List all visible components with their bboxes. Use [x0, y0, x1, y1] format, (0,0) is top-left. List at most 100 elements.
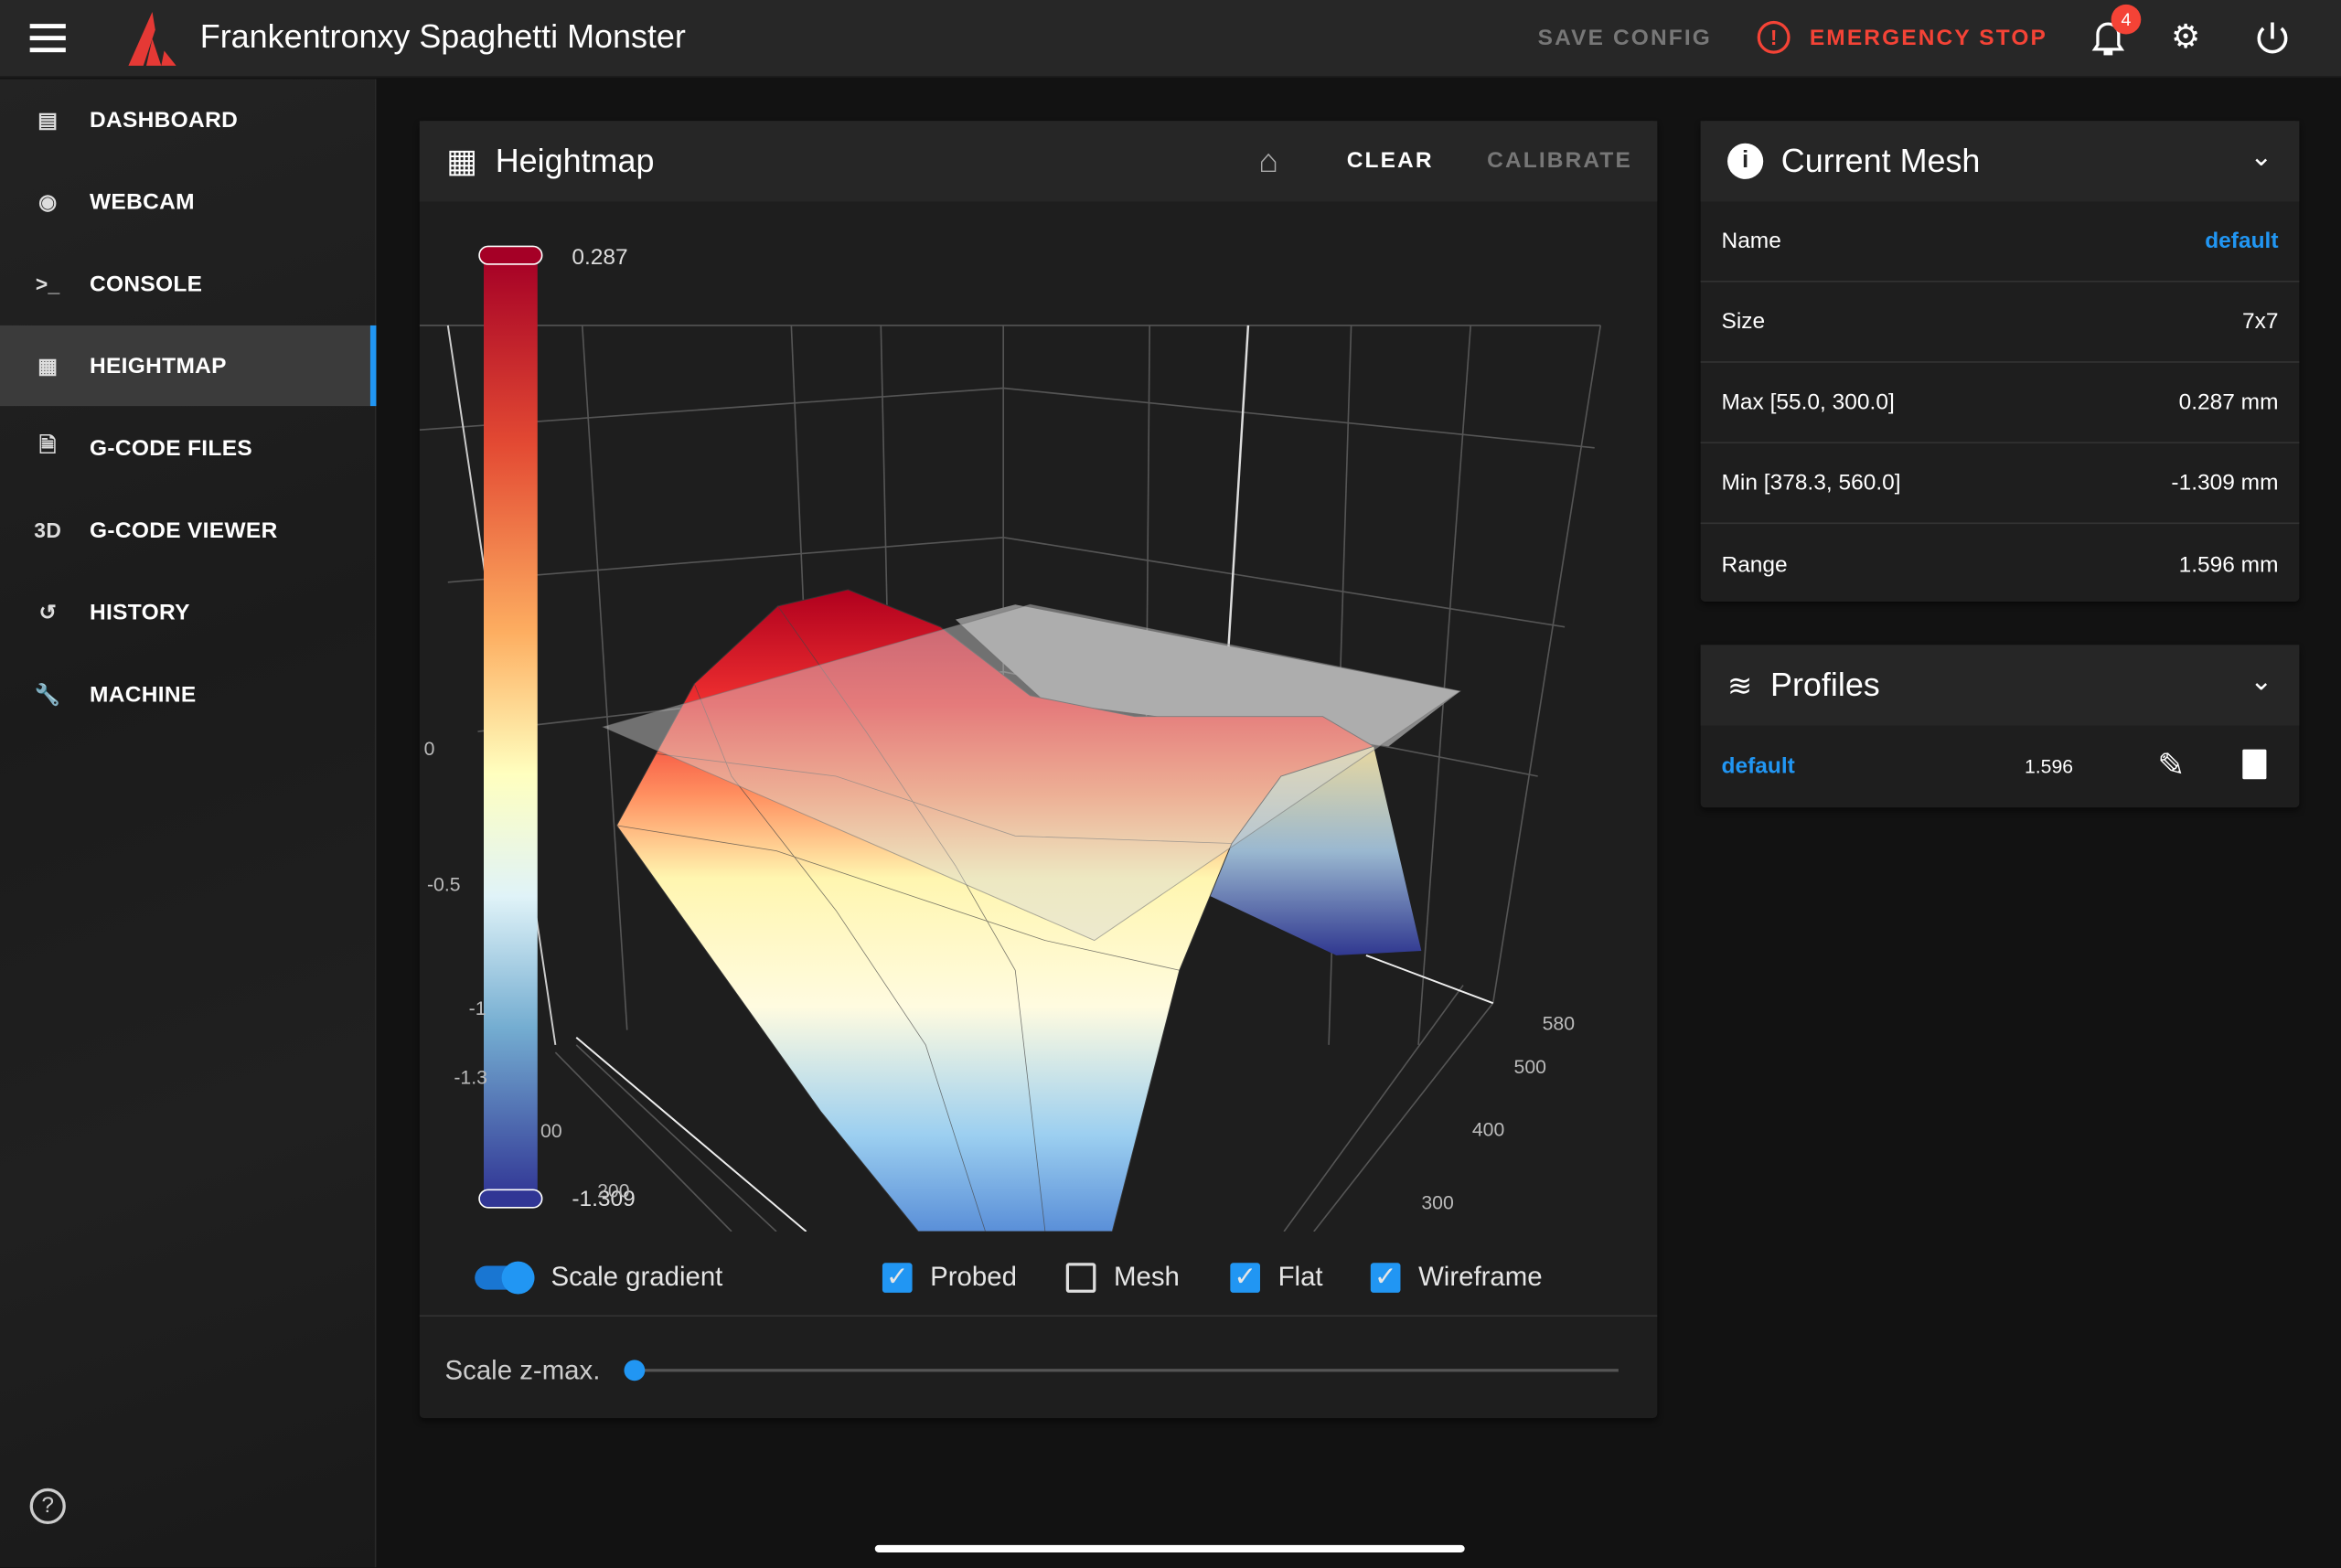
row-value: -1.309 mm: [2171, 470, 2279, 496]
colorbar-max-label: 0.287: [572, 244, 628, 271]
current-mesh-card: i Current Mesh ⌄ Name default Size 7x7 Max…: [1700, 121, 2300, 604]
profile-range: 1.596: [2024, 754, 2074, 777]
card-title: Profiles: [1769, 666, 1880, 704]
x-tick: 00: [540, 1119, 562, 1143]
mesh-row-size: Size 7x7: [1700, 283, 2300, 363]
save-config-button[interactable]: SAVE CONFIG: [1538, 26, 1712, 51]
slider-thumb[interactable]: [624, 1360, 646, 1381]
sidebar-item-heightmap[interactable]: ▦ HEIGHTMAP: [0, 325, 377, 407]
sidebar-item-label: WEBCAM: [89, 188, 195, 215]
mesh-row-max: Max [55.0, 300.0] 0.287 mm: [1700, 363, 2300, 443]
chevron-down-icon[interactable]: ⌄: [2250, 142, 2272, 173]
z-tick: -1: [468, 997, 486, 1020]
checkbox-checked-icon: ✓: [1230, 1262, 1260, 1293]
notifications-button[interactable]: 4: [2090, 4, 2142, 60]
3d-icon: 3D: [34, 517, 62, 542]
sidebar-item-label: G-CODE FILES: [89, 434, 253, 461]
card-title: Current Mesh: [1780, 142, 1981, 179]
checkbox-unchecked-icon: [1065, 1262, 1096, 1293]
wireframe-checkbox[interactable]: ✓ Wireframe: [1370, 1261, 1543, 1293]
y-tick: 580: [1542, 1011, 1576, 1035]
toggle-label: Scale gradient: [551, 1261, 723, 1292]
home-icon[interactable]: ⌂: [1258, 142, 1278, 180]
divider: [419, 1315, 1658, 1317]
scale-gradient-toggle[interactable]: Scale gradient: [475, 1260, 723, 1294]
profile-name-link[interactable]: default: [1722, 753, 1795, 779]
checkbox-label: Flat: [1277, 1261, 1323, 1292]
notification-badge: 4: [2111, 4, 2142, 35]
row-label: Range: [1721, 551, 1788, 578]
sidebar-item-machine[interactable]: 🔧 MACHINE: [0, 654, 376, 734]
row-value: default: [2205, 228, 2279, 254]
sidebar-item-gcode-viewer[interactable]: 3D G-CODE VIEWER: [0, 490, 376, 571]
settings-cogs-icon[interactable]: ⚙: [2171, 18, 2200, 57]
row-value: 1.596 mm: [2178, 551, 2279, 578]
chevron-down-icon[interactable]: ⌄: [2250, 666, 2272, 697]
mesh-checkbox[interactable]: Mesh: [1065, 1262, 1180, 1293]
top-app-bar: Frankentronxy Spaghetti Monster SAVE CON…: [0, 0, 2341, 78]
y-tick: 300: [1421, 1190, 1454, 1214]
row-label: Max [55.0, 300.0]: [1721, 389, 1895, 415]
app-title: Frankentronxy Spaghetti Monster: [199, 17, 686, 56]
row-label: Size: [1721, 308, 1766, 335]
scale-zmax-label: Scale z-max.: [444, 1355, 601, 1386]
mesh-row-range: Range 1.596 mm: [1701, 524, 2300, 604]
profile-row: default 1.596 ✎: [1701, 725, 2300, 805]
checkbox-checked-icon: ✓: [882, 1262, 913, 1293]
sidebar-item-label: HEIGHTMAP: [89, 353, 227, 379]
alert-circle-icon: !: [1757, 20, 1790, 54]
menu-icon[interactable]: [29, 24, 66, 54]
colorbar-min-handle[interactable]: [478, 1189, 543, 1209]
wrench-icon: 🔧: [34, 681, 61, 706]
card-title: Heightmap: [495, 142, 655, 179]
emergency-stop-button[interactable]: EMERGENCY STOP: [1810, 26, 2047, 51]
y-tick: 500: [1513, 1055, 1546, 1078]
power-icon[interactable]: [2253, 19, 2292, 58]
home-indicator: [874, 1544, 1465, 1553]
checkbox-label: Probed: [930, 1261, 1017, 1292]
sidebar: ▤ DASHBOARD ◉ WEBCAM >_ CONSOLE ▦ HEIGHTMAP …: [0, 79, 377, 1568]
monitor-dashboard-icon: ▤: [37, 106, 59, 131]
mesh-row-name: Name default: [1700, 201, 2300, 283]
probed-checkbox[interactable]: ✓ Probed: [882, 1262, 1017, 1293]
sidebar-item-label: CONSOLE: [89, 271, 203, 297]
heightmap-header: ▦ Heightmap ⌂ CLEAR CALIBRATE: [419, 121, 1658, 202]
mesh-row-min: Min [378.3, 560.0] -1.309 mm: [1700, 443, 2300, 525]
sidebar-item-label: DASHBOARD: [89, 106, 239, 133]
heightmap-plot[interactable]: [419, 201, 1658, 1232]
row-value: 0.287 mm: [2178, 389, 2279, 415]
scale-zmax-slider[interactable]: [624, 1360, 1619, 1381]
webcam-icon: ◉: [38, 188, 58, 213]
clear-button[interactable]: CLEAR: [1347, 148, 1434, 174]
sidebar-item-dashboard[interactable]: ▤ DASHBOARD: [0, 80, 376, 160]
row-label: Name: [1721, 228, 1781, 254]
flat-checkbox[interactable]: ✓ Flat: [1230, 1261, 1323, 1293]
z-tick: 0: [423, 737, 435, 761]
sidebar-item-webcam[interactable]: ◉ WEBCAM: [0, 161, 376, 241]
history-icon: ↺: [38, 599, 57, 624]
row-value: 7x7: [2242, 308, 2279, 335]
z-tick: -0.5: [426, 873, 461, 896]
sidebar-item-label: G-CODE VIEWER: [89, 517, 278, 543]
sidebar-item-gcode-files[interactable]: 🗎 G-CODE FILES: [0, 408, 376, 488]
pencil-icon[interactable]: ✎: [2157, 746, 2185, 784]
checkbox-checked-icon: ✓: [1370, 1262, 1401, 1293]
colorbar-max-handle[interactable]: [478, 245, 543, 265]
sidebar-item-history[interactable]: ↺ HISTORY: [0, 571, 376, 652]
console-icon: >_: [35, 272, 60, 296]
calibrate-button[interactable]: CALIBRATE: [1487, 148, 1632, 174]
y-tick: 400: [1471, 1117, 1505, 1141]
current-mesh-header[interactable]: i Current Mesh ⌄: [1700, 121, 2300, 202]
stack-icon: ≋: [1727, 669, 1753, 703]
info-icon: i: [1727, 143, 1764, 179]
profiles-header[interactable]: ≋ Profiles ⌄: [1700, 645, 2300, 726]
logo: [128, 12, 176, 66]
checkbox-label: Wireframe: [1418, 1261, 1543, 1292]
file-document-icon: 🗎: [38, 432, 57, 457]
profiles-card: ≋ Profiles ⌄ default 1.596 ✎: [1700, 645, 2300, 808]
grid-icon: ▦: [446, 142, 478, 179]
sidebar-item-console[interactable]: >_ CONSOLE: [0, 243, 376, 324]
help-icon[interactable]: ?: [29, 1488, 66, 1524]
sidebar-item-label: MACHINE: [89, 681, 197, 708]
delete-icon[interactable]: [2242, 749, 2267, 780]
